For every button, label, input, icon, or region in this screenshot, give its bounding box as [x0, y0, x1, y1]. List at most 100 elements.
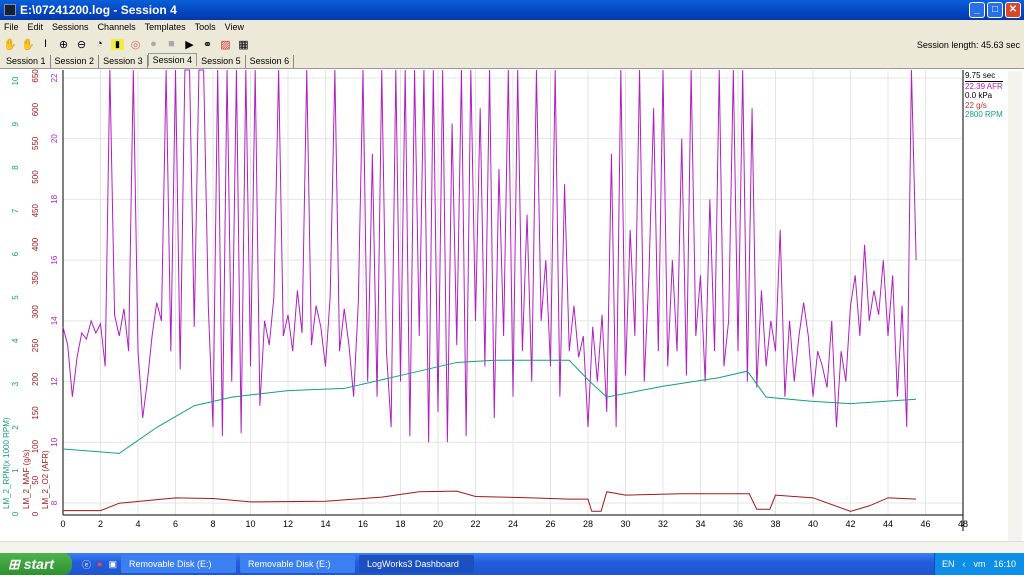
- tab-session-4[interactable]: Session 4: [147, 53, 198, 66]
- y-tick-label: 0: [31, 511, 40, 516]
- x-tick-label: 14: [320, 519, 330, 529]
- zoom-fit-icon[interactable]: ◔: [93, 38, 106, 50]
- legend-afr: 22.39 AFR: [965, 81, 1003, 91]
- x-tick-label: 20: [433, 519, 443, 529]
- x-tick-label: 30: [620, 519, 630, 529]
- y-tick-label: 16: [50, 255, 59, 264]
- x-tick-label: 36: [733, 519, 743, 529]
- tray-expand-icon[interactable]: ‹: [962, 559, 965, 569]
- hand-icon[interactable]: ✋: [3, 38, 17, 51]
- windows-logo-icon: ⊞: [8, 555, 20, 572]
- y-tick-label: 250: [31, 338, 40, 352]
- y-tick-label: 350: [31, 271, 40, 285]
- table-icon[interactable]: ▦: [237, 38, 250, 51]
- y-tick-label: 300: [31, 305, 40, 319]
- menu-view[interactable]: View: [225, 22, 244, 32]
- y-tick-label: 2: [11, 425, 20, 430]
- y-tick-label: 12: [50, 377, 59, 386]
- cursor-i-icon[interactable]: I: [39, 38, 52, 50]
- x-tick-label: 46: [920, 519, 930, 529]
- tab-session-2[interactable]: Session 2: [51, 55, 100, 68]
- y-tick-label: 8: [50, 500, 59, 505]
- vmware-icon[interactable]: vm: [973, 559, 985, 569]
- x-tick-label: 18: [395, 519, 405, 529]
- menu-channels[interactable]: Channels: [98, 22, 136, 32]
- y-tick-label: 22: [50, 73, 59, 82]
- y-tick-label: 650: [31, 69, 40, 83]
- maximize-button[interactable]: □: [987, 2, 1003, 18]
- app-quicklaunch-icon[interactable]: ▣: [108, 559, 117, 570]
- menu-tools[interactable]: Tools: [195, 22, 216, 32]
- y-tick-label: 200: [31, 372, 40, 386]
- menu-bar: File Edit Sessions Channels Templates To…: [0, 20, 1024, 34]
- x-tick-label: 34: [695, 519, 705, 529]
- legend-time: 9.75 sec: [965, 71, 1003, 82]
- y-axis-label: LM_2_O2 (AFR): [41, 450, 50, 509]
- taskbar-item-removable-disk-2[interactable]: Removable Disk (E:): [239, 555, 355, 573]
- y-tick-label: 6: [11, 251, 20, 256]
- y-tick-label: 450: [31, 203, 40, 217]
- tab-session-1[interactable]: Session 1: [2, 55, 51, 68]
- y-tick-label: 10: [50, 437, 59, 446]
- x-tick-label: 0: [60, 519, 65, 529]
- binoculars-icon[interactable]: ⚭: [201, 38, 214, 51]
- tab-session-6[interactable]: Session 6: [246, 55, 295, 68]
- taskbar-item-logworks3[interactable]: LogWorks3 Dashboard: [358, 555, 474, 573]
- minimize-button[interactable]: _: [969, 2, 985, 18]
- taskbar-item-removable-disk-1[interactable]: Removable Disk (E:): [120, 555, 236, 573]
- y-tick-label: 0: [11, 511, 20, 516]
- x-tick-label: 24: [508, 519, 518, 529]
- legend-maf: 22 g/s: [965, 100, 987, 110]
- y-tick-label: 10: [11, 76, 20, 85]
- y-tick-label: 100: [31, 439, 40, 453]
- x-tick-label: 26: [545, 519, 555, 529]
- toolbar: ✋ ✋ I ⊕ ⊖ ◔ ▮ ◎ ● ■ ▶ ⚭ ▨ ▦: [0, 35, 1024, 53]
- opera-icon[interactable]: ●: [97, 559, 102, 569]
- session-length-label: Session length:: [916, 40, 979, 50]
- legend-rpm: 2800 RPM: [965, 110, 1003, 119]
- x-tick-label: 8: [210, 519, 215, 529]
- hand-disabled-icon: ✋: [21, 38, 35, 51]
- stop-icon: ■: [168, 38, 175, 50]
- y-axis-label: LM_2_RPM(x 1000 RPM): [2, 417, 11, 509]
- y-tick-label: 18: [50, 194, 59, 203]
- menu-templates[interactable]: Templates: [145, 22, 186, 32]
- x-tick-label: 10: [245, 519, 255, 529]
- ie-icon[interactable]: ⓔ: [82, 558, 91, 571]
- language-indicator[interactable]: EN: [942, 559, 955, 569]
- log-chart[interactable]: 0 2 4 6 8 10 12 14 16 18 20 22 24 26 28 30 32 34 36 38 40 42 4…: [0, 69, 1024, 541]
- record-icon: ●: [150, 38, 157, 50]
- y-tick-label: 600: [31, 102, 40, 116]
- zoom-out-icon[interactable]: ⊖: [75, 38, 88, 51]
- x-tick-label: 42: [845, 519, 855, 529]
- chart-area[interactable]: 0 2 4 6 8 10 12 14 16 18 20 22 24 26 28 30 32 34 36 38 40 42 4…: [0, 68, 1024, 554]
- x-tick-label: 16: [358, 519, 368, 529]
- y-tick-label: 7: [11, 208, 20, 213]
- zoom-in-icon[interactable]: ⊕: [57, 38, 70, 51]
- taskbar: ⊞ start ⓔ ● ▣ Removable Disk (E:) Removab…: [0, 553, 1024, 575]
- x-tick-label: 12: [283, 519, 293, 529]
- y-tick-label: 5: [11, 295, 20, 300]
- y-tick-label: 8: [11, 165, 20, 170]
- note-icon[interactable]: ▮: [111, 38, 124, 50]
- title-bar: E:\07241200.log - Session 4 _ □ ✕: [0, 0, 1024, 20]
- menu-sessions[interactable]: Sessions: [52, 22, 89, 32]
- tab-session-3[interactable]: Session 3: [99, 55, 148, 68]
- menu-file[interactable]: File: [4, 22, 19, 32]
- x-tick-label: 28: [583, 519, 593, 529]
- tab-session-5[interactable]: Session 5: [197, 55, 246, 68]
- y-tick-label: 3: [11, 381, 20, 386]
- y-tick-label: 9: [11, 122, 20, 127]
- menu-edit[interactable]: Edit: [28, 22, 44, 32]
- y-tick-label: 1: [11, 468, 20, 473]
- session-tabs: Session 1 Session 2 Session 3 Session 4 …: [2, 53, 295, 68]
- start-button[interactable]: ⊞ start: [0, 553, 72, 575]
- vertical-scrollbar[interactable]: [1008, 71, 1022, 541]
- eye-icon[interactable]: ◎: [129, 38, 142, 51]
- x-tick-label: 38: [770, 519, 780, 529]
- chart-icon[interactable]: ▨: [219, 38, 232, 51]
- close-button[interactable]: ✕: [1005, 2, 1021, 18]
- window-title: E:\07241200.log - Session 4: [20, 3, 177, 17]
- y-tick-label: 550: [31, 136, 40, 150]
- play-icon[interactable]: ▶: [183, 38, 196, 51]
